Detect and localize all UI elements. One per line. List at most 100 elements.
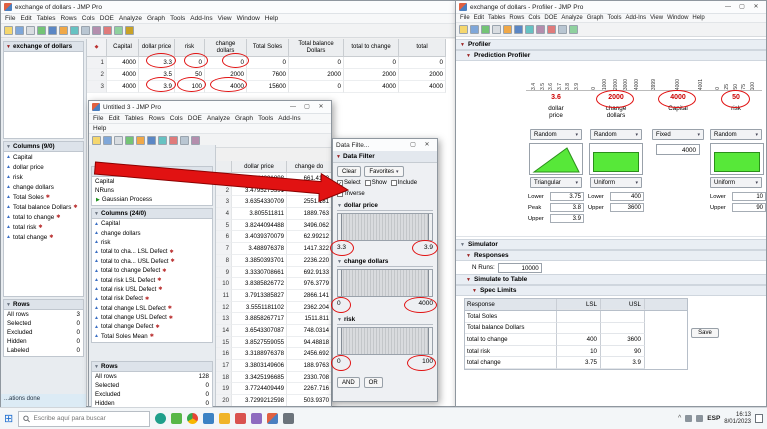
- column-header[interactable]: Total Soles: [247, 39, 289, 57]
- taskbar-app-icon[interactable]: [187, 413, 198, 424]
- menu-item[interactable]: Edit: [108, 115, 119, 122]
- data-cell[interactable]: 0: [247, 57, 289, 69]
- taskbar-app-icon[interactable]: [283, 413, 294, 424]
- column-header[interactable]: total: [399, 39, 446, 57]
- range-slider[interactable]: [337, 213, 433, 241]
- filter-group-header[interactable]: ▼ risk: [337, 315, 433, 325]
- close-button[interactable]: ✕: [420, 140, 434, 151]
- data-cell[interactable]: 3.6354330709: [232, 196, 287, 208]
- taskbar-app-icon[interactable]: [203, 413, 214, 424]
- data-cell[interactable]: 3.3: [139, 57, 175, 69]
- toolbar-icon[interactable]: [191, 136, 200, 145]
- factor-mode-dropdown[interactable]: Random ▾: [590, 129, 642, 140]
- param-value-input[interactable]: 3.9: [550, 214, 584, 223]
- column-list-item[interactable]: ▲ total change Defect ✱: [92, 322, 212, 331]
- maximize-button[interactable]: ▢: [406, 140, 420, 151]
- include-checkbox[interactable]: Include: [391, 180, 417, 186]
- menu-item[interactable]: Add-Ins: [278, 115, 300, 122]
- rows-panel-header[interactable]: ▼ Rows: [3, 299, 84, 310]
- data-cell[interactable]: 0: [289, 81, 344, 93]
- data-cell[interactable]: 3496.062: [287, 220, 331, 232]
- data-cell[interactable]: 976.3779: [287, 278, 331, 290]
- data-cell[interactable]: 4000: [107, 57, 139, 69]
- menu-item[interactable]: Tables: [125, 115, 144, 122]
- rows-stat-item[interactable]: Labeled 0: [4, 346, 83, 355]
- data-cell[interactable]: 3.3188976378: [232, 348, 287, 360]
- data-cell[interactable]: 2236.220: [287, 255, 331, 267]
- taskbar-search[interactable]: [18, 411, 150, 427]
- column-list-item[interactable]: ▲ total risk USL Defect ✱: [92, 285, 212, 294]
- row-number-cell[interactable]: 2: [216, 185, 232, 197]
- column-list-item[interactable]: ▲ Capital: [92, 219, 212, 228]
- toolbar-icon[interactable]: [503, 25, 512, 34]
- data-cell[interactable]: 2267.716: [287, 383, 331, 395]
- column-list-item[interactable]: ▲ risk: [4, 172, 83, 182]
- menu-item[interactable]: Tools: [170, 15, 185, 22]
- columns-panel-header[interactable]: ▼ Columns (9/0): [3, 141, 84, 152]
- toolbar-icon[interactable]: [147, 136, 156, 145]
- untitled-rows-panel-header[interactable]: ▼ Rows: [91, 361, 213, 372]
- distribution-type-dropdown[interactable]: Uniform ▾: [710, 177, 762, 188]
- menu-item[interactable]: Help: [265, 15, 278, 22]
- toolbar-icon[interactable]: [525, 25, 534, 34]
- column-list-item[interactable]: ▲ Total Soles Mean ✱: [92, 332, 212, 341]
- lsl-cell[interactable]: 400: [557, 334, 601, 346]
- data-cell[interactable]: 2362.204: [287, 302, 331, 314]
- menu-item[interactable]: View: [650, 15, 663, 21]
- toolbar-icon[interactable]: [114, 136, 123, 145]
- toolbar-icon[interactable]: [4, 26, 13, 35]
- rows-stat-item[interactable]: Hidden 0: [4, 337, 83, 346]
- taskbar-app-icon[interactable]: [251, 413, 262, 424]
- toolbar-icon[interactable]: [492, 25, 501, 34]
- factor-mode-dropdown[interactable]: Random ▾: [710, 129, 762, 140]
- toolbar-icon[interactable]: [81, 26, 90, 35]
- param-value-input[interactable]: 3.8: [550, 203, 584, 212]
- factor-mode-dropdown[interactable]: Random ▾: [530, 129, 582, 140]
- factor-current-value[interactable]: 2000: [586, 91, 646, 105]
- data-cell[interactable]: 2330.708: [287, 372, 331, 384]
- data-cell[interactable]: 3.8385826772: [232, 278, 287, 290]
- menu-item[interactable]: Analyze: [119, 15, 142, 22]
- toolbar-icon[interactable]: [558, 25, 567, 34]
- toolbar-icon[interactable]: [569, 25, 578, 34]
- maximize-button[interactable]: ▢: [300, 102, 314, 113]
- profiler-outline-header[interactable]: ▼ Profiler: [456, 39, 766, 50]
- rows-stat-item[interactable]: All rows 128: [92, 372, 212, 381]
- menu-item[interactable]: File: [460, 15, 470, 21]
- column-list-item[interactable]: ▲ Capital: [4, 152, 83, 162]
- menu-item[interactable]: Window: [237, 15, 260, 22]
- clock[interactable]: 16:13 8/01/2023: [724, 412, 751, 426]
- row-number-cell[interactable]: 10: [216, 278, 232, 290]
- menu-item[interactable]: DOE: [100, 15, 114, 22]
- row-number-cell[interactable]: 3: [216, 196, 232, 208]
- lsl-cell[interactable]: 10: [557, 346, 601, 358]
- menu-item[interactable]: Tables: [488, 15, 505, 21]
- column-header[interactable]: risk: [175, 39, 205, 57]
- profiler-titlebar[interactable]: exchange of dollars - Profiler - JMP Pro…: [456, 1, 766, 14]
- row-number-cell[interactable]: 6: [216, 231, 232, 243]
- column-list-item[interactable]: ▲ dollar price: [4, 162, 83, 172]
- data-cell[interactable]: 4000: [107, 69, 139, 81]
- data-cell[interactable]: 7600: [247, 69, 289, 81]
- distribution-graph-uniform[interactable]: [710, 143, 764, 175]
- simulate-to-table-header[interactable]: ▼ Simulate to Table: [456, 274, 766, 285]
- param-value-input[interactable]: 10: [732, 192, 766, 201]
- slider-right-handle[interactable]: [428, 270, 432, 296]
- grid-corner-cell[interactable]: ◆: [87, 39, 107, 57]
- menu-item[interactable]: DOE: [544, 15, 557, 21]
- factor-current-value[interactable]: 3.6: [526, 91, 586, 105]
- data-cell[interactable]: 3.5551181102: [232, 302, 287, 314]
- toolbar-icon[interactable]: [536, 25, 545, 34]
- taskbar-app-icon[interactable]: [155, 413, 166, 424]
- untitled-table-panel-header[interactable]: ▼ Untitled 3: [91, 166, 213, 177]
- column-list-item[interactable]: ▲ total change LSL Defect ✱: [92, 304, 212, 313]
- prediction-profiler-header[interactable]: ▼ Prediction Profiler: [456, 50, 766, 61]
- column-list-item[interactable]: ▲ Total Soles ✱: [4, 192, 83, 202]
- filter-group-header[interactable]: ▼ change dollars: [337, 257, 433, 267]
- data-cell[interactable]: 4000: [107, 81, 139, 93]
- untitled-columns-panel-header[interactable]: ▼ Columns (24/0): [91, 208, 213, 219]
- menu-item[interactable]: Tools: [258, 115, 273, 122]
- usl-cell[interactable]: 90: [601, 346, 645, 358]
- toolbar-icon[interactable]: [136, 136, 145, 145]
- grid-corner-cell[interactable]: [216, 161, 232, 173]
